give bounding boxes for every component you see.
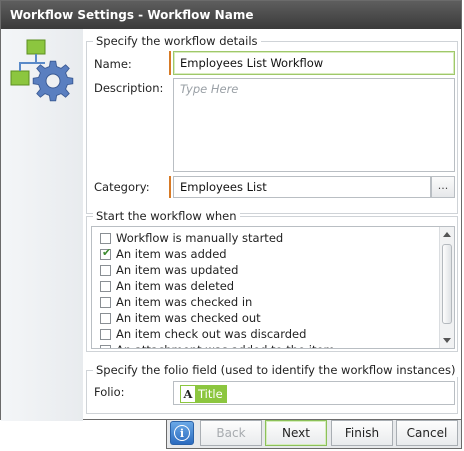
- back-button[interactable]: Back: [200, 420, 262, 446]
- checkbox[interactable]: [100, 265, 111, 276]
- workflow-settings-dialog: Workflow Settings - Workflow Name Specif…: [0, 0, 462, 421]
- category-required-marker: [169, 176, 171, 198]
- condition-label: An item was added: [116, 247, 227, 261]
- start-conditions-list: Workflow is manually started ✔ An item was…: [91, 226, 455, 349]
- condition-label: An item was checked in: [116, 295, 253, 309]
- name-label: Name:: [94, 57, 132, 71]
- condition-label: Workflow is manually started: [116, 231, 284, 245]
- category-input[interactable]: Employees List: [173, 176, 431, 198]
- list-scrollbar[interactable]: [439, 227, 454, 348]
- info-icon: i: [174, 425, 190, 441]
- cancel-button[interactable]: Cancel: [396, 420, 458, 446]
- checkbox[interactable]: [100, 281, 111, 292]
- condition-label: An attachment was added to the item: [116, 343, 335, 348]
- scroll-thumb[interactable]: [442, 244, 452, 324]
- condition-label: An item was deleted: [116, 279, 235, 293]
- category-label: Category:: [94, 180, 150, 194]
- folio-legend: Specify the folio field (used to identif…: [93, 363, 459, 377]
- checkmark-icon: ✔: [102, 246, 112, 259]
- folio-title-token[interactable]: A Title: [180, 385, 227, 403]
- workflow-settings-icon: [10, 39, 74, 102]
- name-input[interactable]: Employees List Workflow: [173, 51, 455, 75]
- info-button[interactable]: i: [170, 421, 194, 445]
- next-button[interactable]: Next: [265, 420, 327, 446]
- start-conditions-legend: Start the workflow when: [93, 209, 240, 223]
- condition-item[interactable]: An item was updated: [100, 262, 238, 278]
- dialog-title: Workflow Settings - Workflow Name: [1, 1, 461, 29]
- condition-item[interactable]: An item was deleted: [100, 278, 234, 294]
- workflow-details-group: Specify the workflow details Name: Emplo…: [86, 34, 458, 214]
- start-conditions-group: Start the workflow when Workflow is manu…: [86, 209, 458, 352]
- description-label: Description:: [94, 81, 164, 95]
- folio-token-label: Title: [198, 387, 223, 401]
- condition-label: An item was checked out: [116, 311, 261, 325]
- condition-item[interactable]: ✔ An item was added: [100, 246, 227, 262]
- text-field-icon: A: [180, 385, 196, 403]
- checkbox[interactable]: [100, 345, 111, 348]
- icon-pane: [1, 29, 83, 421]
- condition-item[interactable]: An attachment was added to the item: [100, 342, 335, 348]
- checkbox[interactable]: [100, 313, 111, 324]
- checkbox[interactable]: [100, 329, 111, 340]
- checkbox[interactable]: [100, 233, 111, 244]
- category-browse-button[interactable]: ...: [431, 176, 455, 198]
- folio-input[interactable]: A Title: [173, 381, 455, 405]
- folio-group: Specify the folio field (used to identif…: [86, 363, 459, 414]
- condition-item[interactable]: An item check out was discarded: [100, 326, 306, 342]
- condition-item[interactable]: An item was checked in: [100, 294, 252, 310]
- name-required-marker: [169, 51, 171, 75]
- condition-label: An item was updated: [116, 263, 239, 277]
- finish-button[interactable]: Finish: [331, 420, 393, 446]
- content-pane: Specify the workflow details Name: Emplo…: [83, 29, 461, 419]
- scroll-down-arrow[interactable]: [443, 338, 451, 343]
- folio-label: Folio:: [94, 385, 125, 399]
- workflow-details-legend: Specify the workflow details: [93, 34, 261, 48]
- scroll-up-arrow[interactable]: [443, 232, 451, 237]
- checkbox-checked[interactable]: ✔: [100, 246, 112, 260]
- condition-item[interactable]: Workflow is manually started: [100, 230, 283, 246]
- condition-item[interactable]: An item was checked out: [100, 310, 261, 326]
- condition-label: An item check out was discarded: [116, 327, 307, 341]
- checkbox[interactable]: [100, 297, 111, 308]
- description-textarea[interactable]: Type Here: [173, 78, 455, 172]
